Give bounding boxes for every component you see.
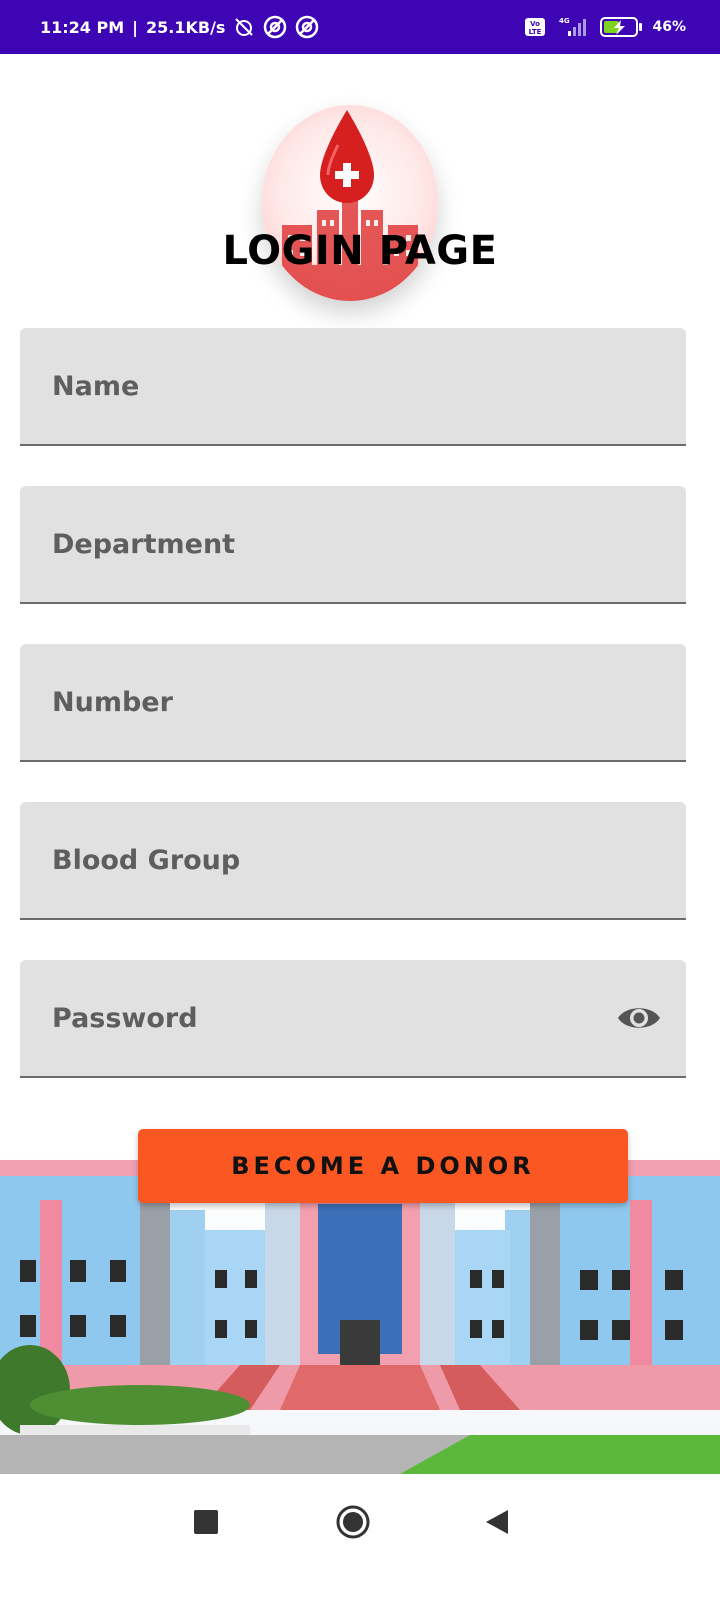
status-left: 11:24 PM | 25.1KB/s: [40, 15, 319, 39]
department-placeholder: Department: [52, 528, 236, 560]
status-right: Vo LTE 4G 46%: [524, 16, 686, 38]
volte-icon: Vo LTE: [524, 17, 546, 37]
become-donor-button[interactable]: BECOME A DONOR: [138, 1129, 628, 1203]
blood-group-placeholder: Blood Group: [52, 844, 241, 876]
triangle-back-icon[interactable]: [484, 1508, 510, 1540]
status-bar: 11:24 PM | 25.1KB/s Vo LTE 4G 46%: [0, 0, 720, 54]
circle-icon[interactable]: [335, 1504, 371, 1544]
app-notification-icon-2: [295, 15, 319, 39]
svg-text:LTE: LTE: [529, 28, 542, 36]
app-notification-icon: [263, 15, 287, 39]
status-time: 11:24 PM: [40, 17, 125, 37]
department-field[interactable]: Department: [20, 486, 686, 604]
number-placeholder: Number: [52, 686, 173, 718]
password-placeholder: Password: [52, 1002, 198, 1034]
number-field[interactable]: Number: [20, 644, 686, 762]
system-nav-bar: [0, 1474, 720, 1600]
alarm-off-icon: [233, 16, 255, 38]
password-field[interactable]: Password: [20, 960, 686, 1078]
blood-group-field[interactable]: Blood Group: [20, 802, 686, 920]
svg-text:4G: 4G: [559, 17, 570, 25]
square-icon[interactable]: [194, 1510, 218, 1538]
status-speed: 25.1KB/s: [146, 17, 226, 37]
status-separator: |: [132, 17, 138, 37]
signal-icon: 4G: [554, 16, 592, 38]
eye-icon[interactable]: [616, 1001, 662, 1035]
svg-text:Vo: Vo: [531, 20, 541, 28]
page-title: LOGIN PAGE: [222, 228, 498, 274]
battery-charging-icon: [600, 16, 644, 38]
name-placeholder: Name: [52, 370, 140, 402]
battery-percent: 46%: [652, 19, 686, 35]
name-field[interactable]: Name: [20, 328, 686, 446]
